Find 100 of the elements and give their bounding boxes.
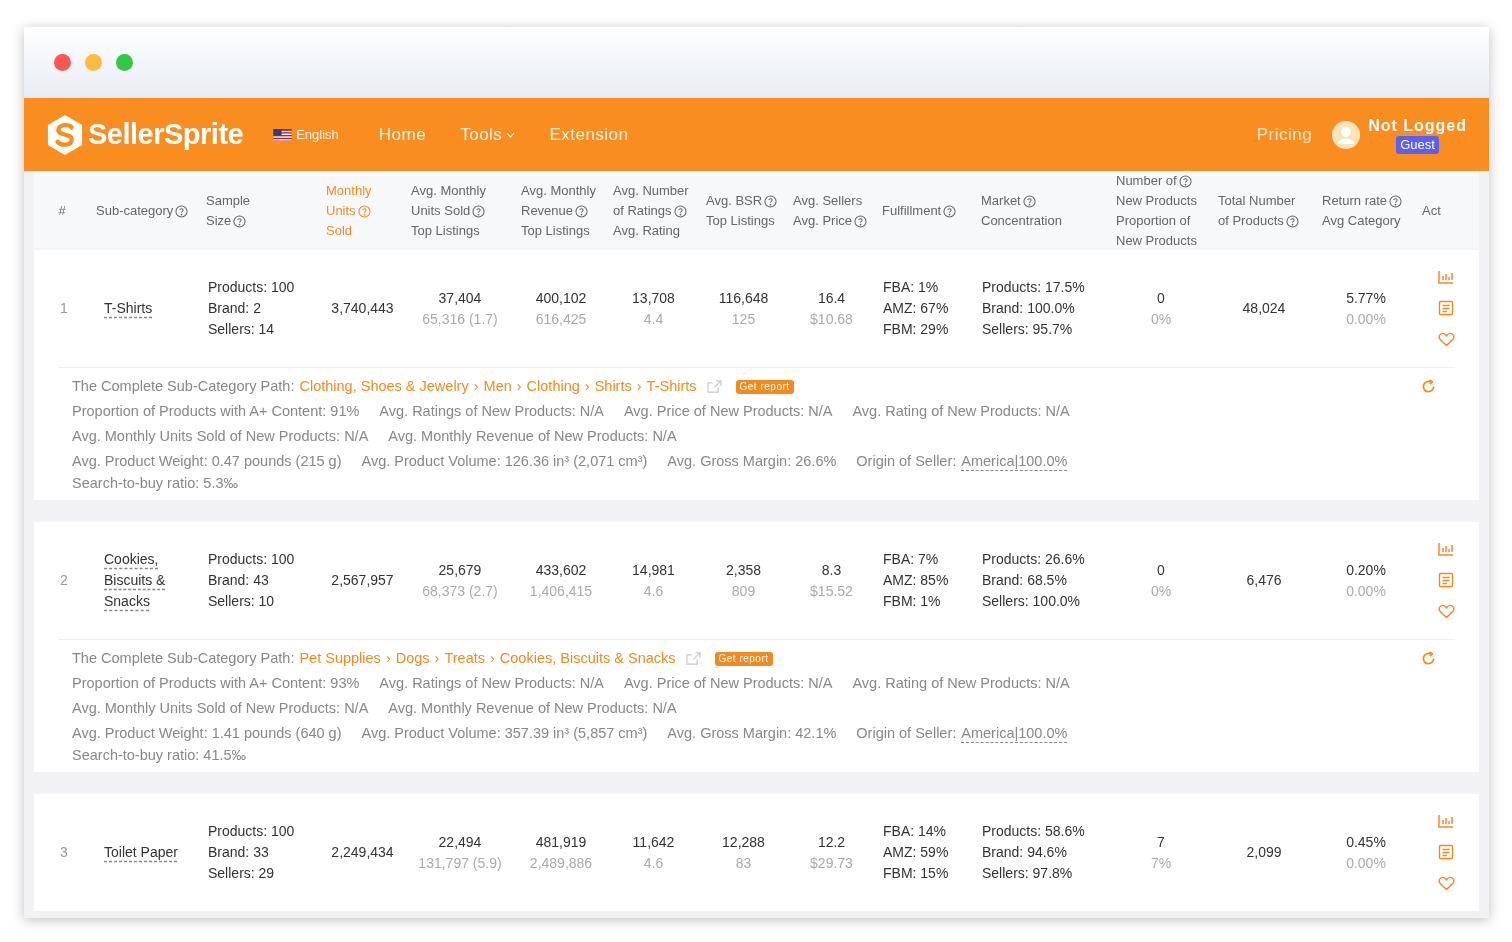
cell-subvalue: 7% xyxy=(1150,853,1172,873)
help-icon[interactable] xyxy=(1178,174,1192,188)
language-selector[interactable]: English xyxy=(273,124,339,145)
help-icon[interactable] xyxy=(1022,194,1036,208)
breadcrumb-link[interactable]: Clothing xyxy=(526,374,580,399)
subcategory-link[interactable]: T-Shirts xyxy=(104,298,153,319)
help-icon[interactable] xyxy=(472,204,486,218)
get-report-button[interactable]: Get report xyxy=(714,651,773,666)
column-header[interactable]: Monthly Units Sold xyxy=(320,181,405,241)
cell-value: 5.77% xyxy=(1346,288,1386,308)
column-header[interactable]: Market Concentration xyxy=(975,191,1110,231)
breadcrumb-separator: › xyxy=(636,377,642,396)
column-header[interactable]: Avg. Number of Ratings Avg. Rating xyxy=(607,181,700,241)
breadcrumb-link[interactable]: Pet Supplies xyxy=(299,646,381,671)
subcategory-link[interactable]: Toilet Paper xyxy=(104,842,178,863)
column-header[interactable]: Sample Size xyxy=(200,191,320,231)
column-header[interactable]: Avg. Monthly Units Sold Top Listings xyxy=(405,181,515,241)
share-icon[interactable] xyxy=(685,652,701,665)
cell-value: 16.4 xyxy=(817,288,846,308)
help-icon[interactable] xyxy=(233,214,247,228)
cell-value: 2,249,434 xyxy=(330,843,395,862)
column-header[interactable]: Act xyxy=(1416,201,1474,221)
document-icon[interactable] xyxy=(1438,300,1454,316)
header-text: Total Number xyxy=(1218,192,1296,210)
breadcrumb-link[interactable]: Men xyxy=(483,374,512,399)
breadcrumb-link[interactable]: T-Shirts xyxy=(646,374,697,399)
cell-value: 25,679 xyxy=(438,560,482,580)
cell-text: Products: 26.6% xyxy=(982,550,1086,569)
breadcrumb-separator: › xyxy=(385,649,391,668)
row-number: 1 xyxy=(59,299,69,318)
avatar-icon[interactable] xyxy=(1332,120,1361,149)
share-icon[interactable] xyxy=(706,380,722,393)
column-header[interactable]: Sub-category xyxy=(90,201,200,221)
help-icon[interactable] xyxy=(1285,214,1299,228)
heart-icon[interactable] xyxy=(1437,876,1455,891)
help-icon[interactable] xyxy=(673,204,687,218)
header-text: Top Listings xyxy=(411,222,480,240)
path-label: The Complete Sub-Category Path: xyxy=(72,377,295,396)
minimize-window-button[interactable] xyxy=(85,54,102,71)
breadcrumb-link[interactable]: Cookies, Biscuits & Snacks xyxy=(499,646,676,671)
bar-chart-icon[interactable] xyxy=(1438,814,1454,828)
pricing-link[interactable]: Pricing xyxy=(1256,121,1313,148)
close-window-button[interactable] xyxy=(54,54,71,71)
column-header[interactable]: # xyxy=(34,201,90,221)
refresh-icon[interactable] xyxy=(1421,379,1436,394)
column-header[interactable]: Avg. Monthly Revenue Top Listings xyxy=(515,181,607,241)
nav-link[interactable]: Home xyxy=(378,121,427,148)
header-text: Sample xyxy=(206,192,251,210)
origin-link[interactable]: America|100.0% xyxy=(961,452,1068,471)
cell-subvalue: 0% xyxy=(1150,581,1172,601)
column-header[interactable]: Total Number of Products xyxy=(1212,191,1316,231)
header-text: Top Listings xyxy=(706,212,775,230)
help-icon[interactable] xyxy=(175,204,189,218)
refresh-icon[interactable] xyxy=(1421,651,1436,666)
help-icon[interactable] xyxy=(357,204,371,218)
cell-text: Brand: 94.6% xyxy=(982,843,1068,862)
nav-link[interactable]: Extension xyxy=(549,121,629,148)
bar-chart-icon[interactable] xyxy=(1438,270,1454,284)
cell-text: Products: 100 xyxy=(208,550,296,569)
cell-text: AMZ: 59% xyxy=(883,843,950,862)
chevron-down-icon xyxy=(506,131,516,138)
cell-subvalue: 68,373 (2.7) xyxy=(422,581,498,601)
cell-text: Sellers: 100.0% xyxy=(982,592,1082,611)
cell-value: 400,102 xyxy=(535,288,587,308)
cell-value: 22,494 xyxy=(438,832,482,852)
column-header[interactable]: Avg. BSR Top Listings xyxy=(700,191,787,231)
detail-text: Proportion of Products with A+ Content: 93% xyxy=(72,674,360,693)
column-header[interactable]: Return rate Avg Category xyxy=(1316,191,1416,231)
document-icon[interactable] xyxy=(1438,572,1454,588)
document-icon[interactable] xyxy=(1438,844,1454,860)
header-text: Revenue xyxy=(521,202,574,220)
column-header[interactable]: Number of New Products Proportion of New Products xyxy=(1110,171,1212,251)
cell-subvalue: 2,489,886 xyxy=(529,853,593,873)
cell-text: Sellers: 10 xyxy=(208,592,276,611)
heart-icon[interactable] xyxy=(1437,604,1455,619)
column-header[interactable]: Fulfillment xyxy=(876,201,975,221)
bar-chart-icon[interactable] xyxy=(1438,542,1454,556)
origin-link[interactable]: America|100.0% xyxy=(961,724,1068,743)
help-icon[interactable] xyxy=(854,214,867,228)
help-icon[interactable] xyxy=(575,204,589,218)
detail-text: Avg. Rating of New Products: N/A xyxy=(852,402,1070,421)
breadcrumb-separator: › xyxy=(584,377,590,396)
help-icon[interactable] xyxy=(943,204,957,218)
column-header[interactable]: Avg. Sellers Avg. Price xyxy=(787,191,876,231)
header-text: # xyxy=(58,202,66,220)
detail-text: Avg. Product Weight: 1.41 pounds (640 g) xyxy=(72,724,342,743)
maximize-window-button[interactable] xyxy=(116,54,133,71)
header-text: Sub-category xyxy=(96,202,174,220)
help-icon[interactable] xyxy=(1389,194,1403,208)
nav-link[interactable]: Tools xyxy=(460,121,516,148)
breadcrumb-link[interactable]: Treats xyxy=(444,646,485,671)
breadcrumb-link[interactable]: Shirts xyxy=(594,374,632,399)
cell-subvalue: 4.6 xyxy=(643,853,664,873)
help-icon[interactable] xyxy=(764,194,778,208)
breadcrumb-link[interactable]: Dogs xyxy=(395,646,430,671)
heart-icon[interactable] xyxy=(1437,332,1455,347)
subcategory-link[interactable]: Cookies, Biscuits & Snacks xyxy=(104,549,190,612)
breadcrumb-link[interactable]: Clothing, Shoes & Jewelry xyxy=(299,374,469,399)
get-report-button[interactable]: Get report xyxy=(735,379,794,394)
header-text: Top Listings xyxy=(521,222,590,240)
